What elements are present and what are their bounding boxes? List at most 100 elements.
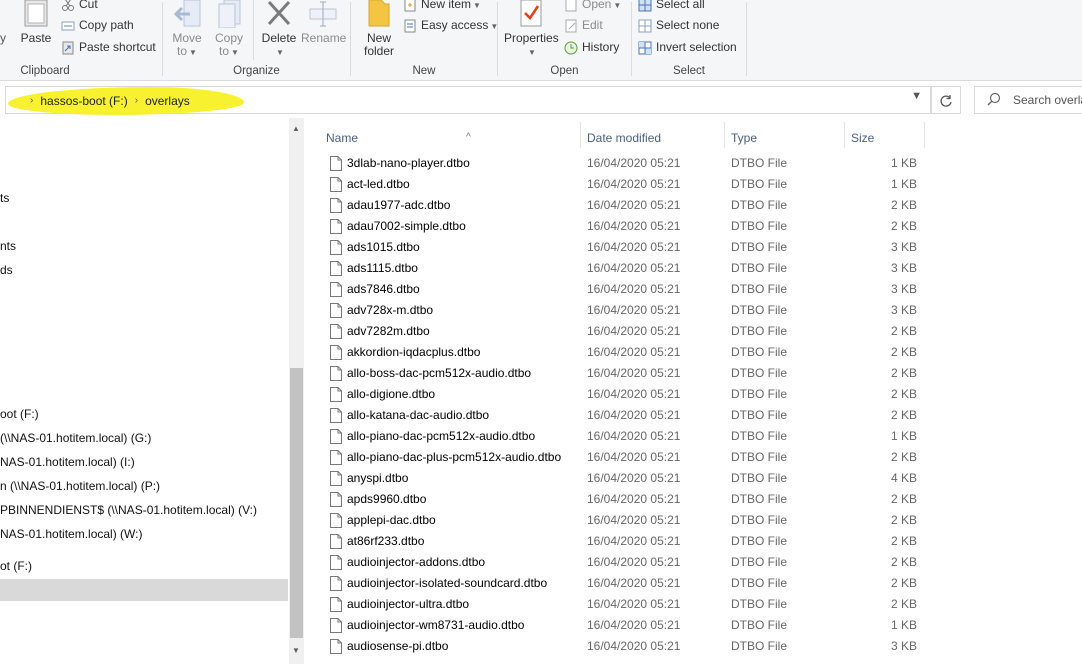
file-row[interactable]: at86rf233.dtbo 16/04/2020 05:21 DTBO File 2… <box>325 531 1045 552</box>
file-row[interactable]: 3dlab-nano-player.dtbo 16/04/2020 05:21 DT… <box>325 153 1045 174</box>
file-row[interactable]: applepi-dac.dtbo 16/04/2020 05:21 DTBO Fil… <box>325 510 1045 531</box>
file-name: adau7002-simple.dtbo <box>347 219 466 233</box>
delete-label: Delete <box>261 31 297 45</box>
paste-label: Paste <box>20 31 52 45</box>
rename-icon <box>309 1 337 27</box>
nav-item-drive-w[interactable]: NAS-01.hotitem.local) (W:) <box>0 523 288 545</box>
file-row[interactable]: ads7846.dtbo 16/04/2020 05:21 DTBO File 3 K… <box>325 279 1045 300</box>
copy-to-button[interactable]: Copy to ▼ <box>213 0 245 59</box>
file-size: 2 KB <box>890 366 917 380</box>
edit-label: Edit <box>582 18 603 32</box>
organize-group-label: Organize <box>233 65 280 77</box>
file-date-modified: 16/04/2020 05:21 <box>587 429 681 443</box>
breadcrumb-item-drive[interactable]: hassos-boot (F:) <box>40 94 127 108</box>
column-header-type[interactable]: Type <box>731 123 841 153</box>
file-name: 3dlab-nano-player.dtbo <box>347 156 470 170</box>
file-row[interactable]: audiosense-pi.dtbo 16/04/2020 05:21 DTBO F… <box>325 636 1045 657</box>
column-header-date[interactable]: Date modified <box>587 123 717 153</box>
nav-item[interactable]: ds <box>0 259 288 281</box>
file-row[interactable]: allo-digione.dtbo 16/04/2020 05:21 DTBO Fi… <box>325 384 1045 405</box>
file-row[interactable]: adau7002-simple.dtbo 16/04/2020 05:21 DTBO… <box>325 216 1045 237</box>
select-none-icon <box>638 19 652 33</box>
file-row[interactable]: adv7282m.dtbo 16/04/2020 05:21 DTBO File 2 … <box>325 321 1045 342</box>
file-size: 2 KB <box>890 534 917 548</box>
file-row[interactable]: audioinjector-wm8731-audio.dtbo 16/04/202… <box>325 615 1045 636</box>
select-all-button[interactable]: Select all <box>638 0 705 13</box>
file-row[interactable]: audioinjector-ultra.dtbo 16/04/2020 05:21… <box>325 594 1045 615</box>
search-input[interactable] <box>1013 91 1082 108</box>
breadcrumb-item-overlays[interactable]: overlays <box>145 94 190 108</box>
file-size: 2 KB <box>890 219 917 233</box>
properties-button[interactable]: Properties ▼ <box>504 0 559 59</box>
file-type: DTBO File <box>731 324 788 338</box>
file-icon <box>330 408 342 423</box>
pane-divider[interactable] <box>303 118 304 664</box>
nav-item-drive-i[interactable]: NAS-01.hotitem.local) (I:) <box>0 451 288 473</box>
file-type: DTBO File <box>731 156 788 170</box>
paste-shortcut-icon <box>62 41 74 55</box>
nav-item[interactable]: ts <box>0 187 288 209</box>
nav-scrollbar[interactable]: ▲ ▼ <box>289 118 304 664</box>
nav-item-label: PBINNENDIENST$ (\\NAS-01.hotitem.local) … <box>0 503 257 517</box>
chevron-right-icon[interactable]: › <box>30 95 33 106</box>
move-to-button[interactable]: Move to ▼ <box>171 0 203 59</box>
nav-item-drive-p[interactable]: n (\\NAS-01.hotitem.local) (P:) <box>0 475 288 497</box>
file-size: 2 KB <box>890 492 917 506</box>
nav-item-hassos-boot[interactable]: ot (F:) <box>0 555 288 577</box>
file-size: 2 KB <box>890 408 917 422</box>
file-row[interactable]: ads1115.dtbo 16/04/2020 05:21 DTBO File 3 K… <box>325 258 1045 279</box>
column-divider[interactable] <box>924 122 925 148</box>
easy-access-button[interactable]: Easy access ▼ <box>403 16 498 34</box>
file-row[interactable]: apds9960.dtbo 16/04/2020 05:21 DTBO File 2 … <box>325 489 1045 510</box>
new-folder-button[interactable]: New folder <box>359 0 399 58</box>
scroll-up-arrow-icon[interactable]: ▲ <box>292 124 300 133</box>
column-divider[interactable] <box>724 122 725 148</box>
column-divider[interactable] <box>844 122 845 148</box>
column-header-size[interactable]: Size <box>851 123 921 153</box>
file-row[interactable]: ads1015.dtbo 16/04/2020 05:21 DTBO File 3 K… <box>325 237 1045 258</box>
file-size: 3 KB <box>890 639 917 653</box>
nav-item[interactable]: nts <box>0 235 288 257</box>
search-icon <box>987 92 1001 106</box>
file-row[interactable]: allo-piano-dac-plus-pcm512x-audio.dtbo 16… <box>325 447 1045 468</box>
file-row[interactable]: akkordion-iqdacplus.dtbo 16/04/2020 05:21… <box>325 342 1045 363</box>
paste-button[interactable]: Paste <box>20 0 52 45</box>
file-row[interactable]: audioinjector-addons.dtbo 16/04/2020 05:2… <box>325 552 1045 573</box>
chevron-right-icon[interactable]: › <box>135 95 138 106</box>
file-row[interactable]: adau1977-adc.dtbo 16/04/2020 05:21 DTBO Fi… <box>325 195 1045 216</box>
file-icon <box>330 387 342 402</box>
nav-scrollbar-thumb[interactable] <box>290 368 303 638</box>
nav-item-drive-v[interactable]: PBINNENDIENST$ (\\NAS-01.hotitem.local) … <box>0 499 288 521</box>
select-none-button[interactable]: Select none <box>638 16 719 34</box>
nav-item-overlays-selected[interactable] <box>0 579 288 601</box>
delete-x-icon <box>267 0 291 26</box>
column-header-name[interactable]: Name ^ <box>326 123 576 153</box>
copy-path-button[interactable]: Copy path <box>61 16 134 34</box>
address-bar[interactable]: › hassos-boot (F:) › overlays ▼ <box>5 86 931 115</box>
cut-button[interactable]: Cut <box>61 0 98 13</box>
file-icon <box>330 471 342 486</box>
file-row[interactable]: adv728x-m.dtbo 16/04/2020 05:21 DTBO File 3… <box>325 300 1045 321</box>
nav-item-drive-g[interactable]: (\\NAS-01.hotitem.local) (G:) <box>0 427 288 449</box>
file-row[interactable]: allo-boss-dac-pcm512x-audio.dtbo 16/04/20… <box>325 363 1045 384</box>
delete-button[interactable]: Delete ▼ <box>259 0 299 59</box>
new-item-button[interactable]: New item ▼ <box>403 0 481 13</box>
file-row[interactable]: allo-piano-dac-pcm512x-audio.dtbo 16/04/2… <box>325 426 1045 447</box>
nav-item-drive-f[interactable]: oot (F:) <box>0 403 288 425</box>
refresh-button[interactable] <box>931 86 961 114</box>
history-button[interactable]: History <box>564 38 619 56</box>
file-row[interactable]: act-led.dtbo 16/04/2020 05:21 DTBO File 1 K… <box>325 174 1045 195</box>
edit-button[interactable]: Edit <box>564 16 603 34</box>
search-box[interactable] <box>974 86 1082 114</box>
file-row[interactable]: allo-katana-dac-audio.dtbo 16/04/2020 05:… <box>325 405 1045 426</box>
open-button[interactable]: Open ▼ <box>564 0 621 13</box>
new-item-icon <box>404 0 416 12</box>
file-row[interactable]: audioinjector-isolated-soundcard.dtbo 16/… <box>325 573 1045 594</box>
chevron-down-icon[interactable]: ▼ <box>911 90 922 102</box>
paste-shortcut-button[interactable]: Paste shortcut <box>61 38 156 56</box>
invert-selection-button[interactable]: Invert selection <box>638 38 737 56</box>
scroll-down-arrow-icon[interactable]: ▼ <box>292 646 300 655</box>
file-row[interactable]: anyspi.dtbo 16/04/2020 05:21 DTBO File 4 KB <box>325 468 1045 489</box>
column-divider[interactable] <box>580 122 581 148</box>
rename-button[interactable]: Rename <box>301 0 346 45</box>
